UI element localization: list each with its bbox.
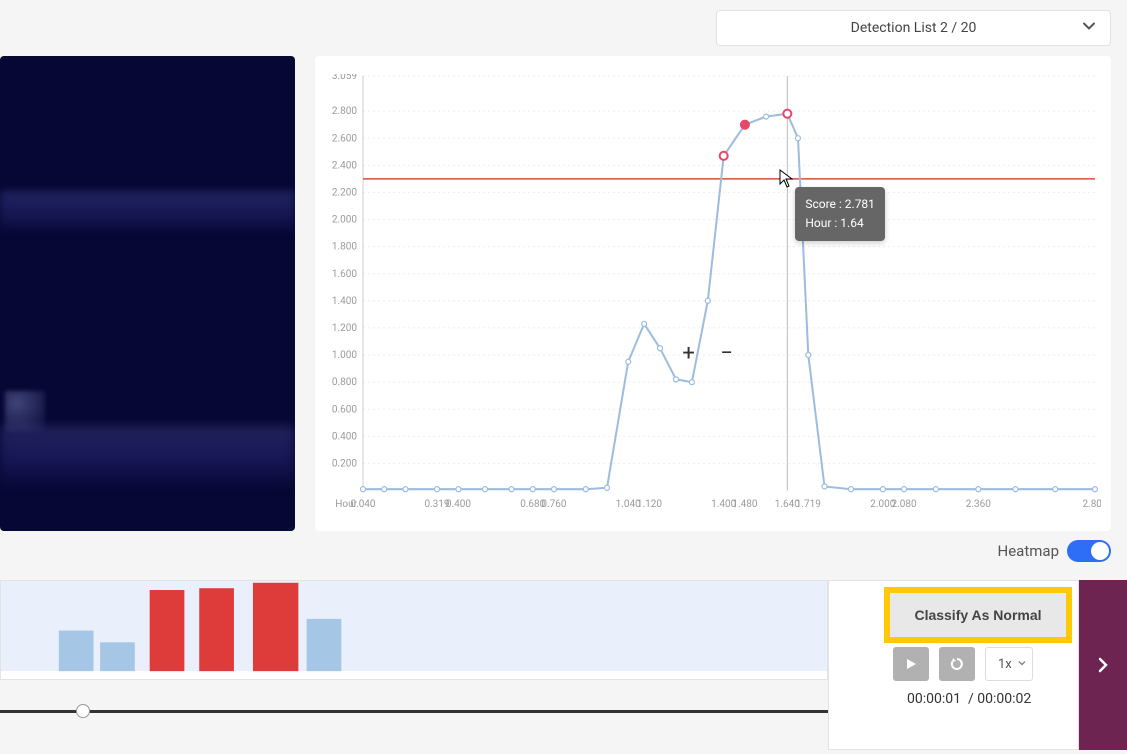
chevron-right-icon <box>1095 657 1111 673</box>
svg-text:1.800: 1.800 <box>332 242 357 253</box>
seek-bar[interactable] <box>0 700 828 730</box>
svg-text:0.040: 0.040 <box>350 499 375 510</box>
svg-text:1.000: 1.000 <box>332 350 357 361</box>
video-preview[interactable] <box>0 56 295 531</box>
svg-text:0.400: 0.400 <box>332 431 357 442</box>
svg-text:2.000: 2.000 <box>332 215 357 226</box>
svg-text:0.400: 0.400 <box>446 499 471 510</box>
svg-text:1.480: 1.480 <box>732 499 757 510</box>
score-chart: 0.200 0.400 0.600 0.800 1.000 1.200 1.400 1.600… <box>315 56 1111 531</box>
svg-text:2.600: 2.600 <box>332 133 357 144</box>
zoom-in-button[interactable]: + <box>679 343 699 365</box>
svg-text:1.200: 1.200 <box>332 323 357 334</box>
controls-panel: Classify As Normal 1x 00:00:01 / 00:00:0… <box>828 580 1079 750</box>
svg-text:2.200: 2.200 <box>332 187 357 198</box>
play-button[interactable] <box>893 647 929 681</box>
classify-highlight: Classify As Normal <box>884 587 1072 643</box>
chart-zoom-controls: + − <box>679 343 737 365</box>
next-button[interactable] <box>1079 580 1127 750</box>
speed-select[interactable]: 1x <box>985 647 1033 681</box>
chevron-down-icon <box>1082 19 1096 38</box>
zoom-out-button[interactable]: − <box>717 343 737 365</box>
svg-text:3.059: 3.059 <box>332 74 357 82</box>
detection-list-dropdown[interactable]: Detection List 2 / 20 <box>716 10 1111 46</box>
svg-text:1.400: 1.400 <box>332 296 357 307</box>
svg-text:2.360: 2.360 <box>966 499 991 510</box>
heatmap-toggle-row: Heatmap <box>998 540 1111 562</box>
svg-text:1.719: 1.719 <box>796 499 821 510</box>
heatmap-toggle[interactable] <box>1067 540 1111 562</box>
svg-text:0.800: 0.800 <box>332 377 357 388</box>
svg-text:2.800: 2.800 <box>1082 499 1101 510</box>
svg-text:2.800: 2.800 <box>332 106 357 117</box>
svg-text:2.080: 2.080 <box>892 499 917 510</box>
detection-list-label: Detection List 2 / 20 <box>851 20 977 36</box>
caret-down-icon <box>1018 657 1026 672</box>
classify-as-normal-button[interactable]: Classify As Normal <box>890 593 1066 637</box>
time-display: 00:00:01 / 00:00:02 <box>907 691 1031 707</box>
svg-text:1.120: 1.120 <box>637 499 662 510</box>
chart-tooltip: Score : 2.781 Hour : 1.64 <box>795 187 885 241</box>
heatmap-label: Heatmap <box>998 542 1059 560</box>
svg-text:0.200: 0.200 <box>332 458 357 469</box>
replay-button[interactable] <box>939 647 975 681</box>
svg-text:0.600: 0.600 <box>332 404 357 415</box>
svg-text:0.760: 0.760 <box>541 499 566 510</box>
svg-text:2.400: 2.400 <box>332 160 357 171</box>
timeline-panel[interactable] <box>0 580 828 680</box>
svg-text:1.600: 1.600 <box>332 269 357 280</box>
